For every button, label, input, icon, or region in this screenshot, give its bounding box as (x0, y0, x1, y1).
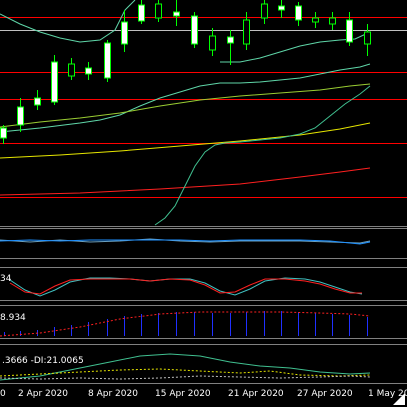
ma-fast (0, 0, 136, 43)
stochastic-panel (9, 277, 363, 297)
stoch-main (9, 278, 362, 295)
triangle-corner-icon[interactable] (393, 393, 405, 405)
date-label: 27 Apr 2020 (297, 389, 353, 399)
candle (173, 0, 180, 26)
stoch-signal (9, 277, 363, 297)
date-label: 21 Apr 2020 (228, 389, 284, 399)
bars-value-label: 8.934 (0, 313, 26, 323)
date-label: 15 Apr 2020 (155, 389, 211, 399)
candle (68, 58, 75, 80)
candle (51, 55, 58, 105)
candle (329, 12, 336, 30)
candle (85, 62, 92, 80)
adx-value-label: .3666 -DI:21.0065 (2, 356, 84, 366)
candle (312, 12, 319, 28)
date-label: 2 Apr 2020 (18, 389, 68, 399)
candle (295, 2, 302, 26)
candle (138, 0, 145, 24)
stoch-value-label: 34 (0, 274, 12, 284)
candle (278, 0, 285, 18)
candle (227, 30, 234, 65)
candle (364, 24, 371, 56)
horizontal-levels (0, 17, 407, 198)
ma-long (154, 85, 371, 226)
candle (209, 28, 216, 56)
candle (104, 40, 111, 82)
candle (155, 0, 162, 22)
candle (0, 125, 7, 144)
moving-averages (0, 0, 371, 226)
volume-bars-panel (0, 311, 371, 337)
cci-main (0, 239, 371, 245)
adx-minus (0, 375, 371, 380)
bar-dots (0, 311, 371, 337)
candle (261, 0, 268, 24)
ma-red (0, 167, 371, 196)
candle (191, 12, 198, 48)
trading-chart[interactable] (0, 0, 407, 407)
date-label: 8 Apr 2020 (88, 389, 138, 399)
date-label: 0 (0, 389, 6, 399)
cci-panel (0, 238, 371, 245)
candle (34, 90, 41, 110)
ma-fast (220, 32, 369, 63)
candle (17, 98, 24, 132)
